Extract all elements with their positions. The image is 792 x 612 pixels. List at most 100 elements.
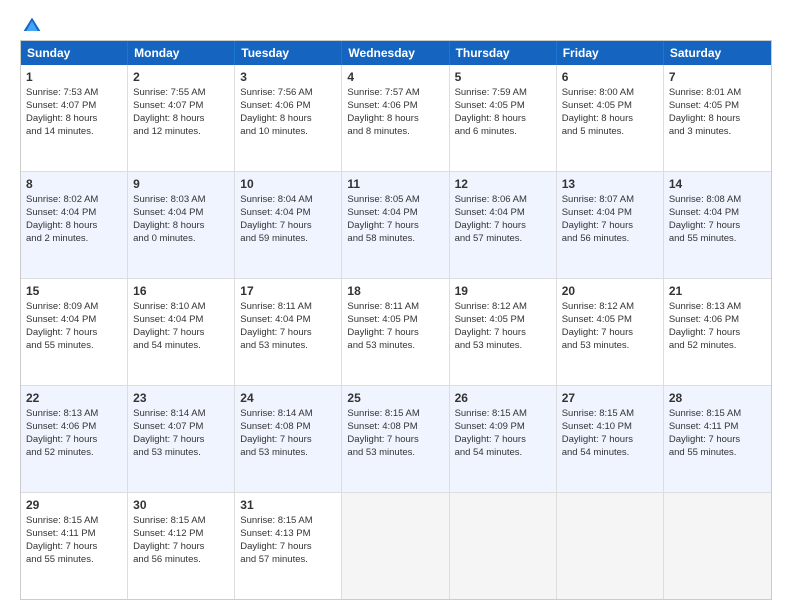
day-info-line-0: Sunrise: 8:15 AM [26, 515, 122, 528]
day-cell-12: 12Sunrise: 8:06 AMSunset: 4:04 PMDayligh… [450, 172, 557, 278]
day-info-line-3: and 53 minutes. [133, 447, 229, 460]
day-number: 9 [133, 176, 229, 192]
day-cell-26: 26Sunrise: 8:15 AMSunset: 4:09 PMDayligh… [450, 386, 557, 492]
day-number: 30 [133, 497, 229, 513]
day-info-line-3: and 55 minutes. [26, 340, 122, 353]
day-info-line-1: Sunset: 4:04 PM [455, 207, 551, 220]
day-number: 10 [240, 176, 336, 192]
day-info-line-1: Sunset: 4:05 PM [562, 314, 658, 327]
day-info-line-1: Sunset: 4:04 PM [240, 207, 336, 220]
day-info-line-3: and 54 minutes. [133, 340, 229, 353]
day-number: 23 [133, 390, 229, 406]
day-number: 19 [455, 283, 551, 299]
day-info-line-2: Daylight: 7 hours [562, 220, 658, 233]
day-info-line-2: Daylight: 7 hours [240, 434, 336, 447]
day-info-line-0: Sunrise: 8:09 AM [26, 301, 122, 314]
day-info-line-1: Sunset: 4:12 PM [133, 528, 229, 541]
day-info-line-2: Daylight: 8 hours [562, 113, 658, 126]
day-cell-5: 5Sunrise: 7:59 AMSunset: 4:05 PMDaylight… [450, 65, 557, 171]
day-info-line-2: Daylight: 7 hours [133, 541, 229, 554]
day-cell-6: 6Sunrise: 8:00 AMSunset: 4:05 PMDaylight… [557, 65, 664, 171]
day-info-line-1: Sunset: 4:07 PM [133, 100, 229, 113]
day-info-line-1: Sunset: 4:11 PM [26, 528, 122, 541]
day-info-line-3: and 52 minutes. [669, 340, 766, 353]
day-cell-14: 14Sunrise: 8:08 AMSunset: 4:04 PMDayligh… [664, 172, 771, 278]
day-info-line-0: Sunrise: 8:10 AM [133, 301, 229, 314]
day-info-line-0: Sunrise: 8:15 AM [133, 515, 229, 528]
day-info-line-0: Sunrise: 8:01 AM [669, 87, 766, 100]
day-info-line-1: Sunset: 4:05 PM [455, 100, 551, 113]
day-info-line-2: Daylight: 8 hours [26, 113, 122, 126]
day-cell-4: 4Sunrise: 7:57 AMSunset: 4:06 PMDaylight… [342, 65, 449, 171]
calendar-row-3: 22Sunrise: 8:13 AMSunset: 4:06 PMDayligh… [21, 386, 771, 493]
day-info-line-2: Daylight: 7 hours [133, 434, 229, 447]
day-info-line-1: Sunset: 4:06 PM [26, 421, 122, 434]
calendar-row-4: 29Sunrise: 8:15 AMSunset: 4:11 PMDayligh… [21, 493, 771, 599]
day-info-line-0: Sunrise: 8:15 AM [562, 408, 658, 421]
header-cell-monday: Monday [128, 41, 235, 65]
day-info-line-1: Sunset: 4:04 PM [562, 207, 658, 220]
day-cell-2: 2Sunrise: 7:55 AMSunset: 4:07 PMDaylight… [128, 65, 235, 171]
day-info-line-1: Sunset: 4:06 PM [347, 100, 443, 113]
day-info-line-3: and 55 minutes. [669, 447, 766, 460]
day-info-line-3: and 53 minutes. [562, 340, 658, 353]
day-info-line-1: Sunset: 4:06 PM [240, 100, 336, 113]
day-info-line-2: Daylight: 7 hours [240, 541, 336, 554]
day-cell-30: 30 Sunrise: 8:15 AMSunset: 4:12 PMDayligh… [128, 493, 235, 599]
calendar-row-1: 8Sunrise: 8:02 AMSunset: 4:04 PMDaylight… [21, 172, 771, 279]
day-info-line-0: Sunrise: 8:15 AM [669, 408, 766, 421]
day-cell-28: 28Sunrise: 8:15 AMSunset: 4:11 PMDayligh… [664, 386, 771, 492]
day-number: 31 [240, 497, 336, 513]
day-info-line-3: and 57 minutes. [240, 554, 336, 567]
day-info-line-3: and 56 minutes. [562, 233, 658, 246]
day-info-line-3: and 57 minutes. [455, 233, 551, 246]
day-info-line-2: Daylight: 7 hours [455, 434, 551, 447]
day-cell-13: 13Sunrise: 8:07 AMSunset: 4:04 PMDayligh… [557, 172, 664, 278]
day-info-line-0: Sunrise: 8:03 AM [133, 194, 229, 207]
day-cell-23: 23Sunrise: 8:14 AMSunset: 4:07 PMDayligh… [128, 386, 235, 492]
day-info-line-0: Sunrise: 7:59 AM [455, 87, 551, 100]
header-cell-sunday: Sunday [21, 41, 128, 65]
day-info-line-0: Sunrise: 8:04 AM [240, 194, 336, 207]
day-info-line-3: and 52 minutes. [26, 447, 122, 460]
day-cell-3: 3Sunrise: 7:56 AMSunset: 4:06 PMDaylight… [235, 65, 342, 171]
day-info-line-0: Sunrise: 8:11 AM [240, 301, 336, 314]
day-number: 7 [669, 69, 766, 85]
day-info-line-0: Sunrise: 7:53 AM [26, 87, 122, 100]
logo-icon [22, 16, 42, 36]
header-cell-wednesday: Wednesday [342, 41, 449, 65]
calendar-body: 1Sunrise: 7:53 AMSunset: 4:07 PMDaylight… [21, 65, 771, 599]
day-cell-29: 29Sunrise: 8:15 AMSunset: 4:11 PMDayligh… [21, 493, 128, 599]
day-cell-7: 7Sunrise: 8:01 AMSunset: 4:05 PMDaylight… [664, 65, 771, 171]
day-number: 17 [240, 283, 336, 299]
day-info-line-2: Daylight: 7 hours [347, 220, 443, 233]
calendar-row-0: 1Sunrise: 7:53 AMSunset: 4:07 PMDaylight… [21, 65, 771, 172]
day-cell-16: 16Sunrise: 8:10 AMSunset: 4:04 PMDayligh… [128, 279, 235, 385]
day-info-line-0: Sunrise: 8:14 AM [133, 408, 229, 421]
day-info-line-3: and 53 minutes. [347, 447, 443, 460]
day-info-line-1: Sunset: 4:05 PM [347, 314, 443, 327]
day-info-line-2: Daylight: 8 hours [347, 113, 443, 126]
header-cell-thursday: Thursday [450, 41, 557, 65]
day-number: 6 [562, 69, 658, 85]
empty-cell-4-5 [557, 493, 664, 599]
day-info-line-2: Daylight: 7 hours [26, 541, 122, 554]
day-info-line-2: Daylight: 8 hours [26, 220, 122, 233]
day-info-line-1: Sunset: 4:10 PM [562, 421, 658, 434]
day-info-line-0: Sunrise: 8:15 AM [455, 408, 551, 421]
header-cell-saturday: Saturday [664, 41, 771, 65]
day-info-line-3: and 54 minutes. [455, 447, 551, 460]
day-info-line-1: Sunset: 4:07 PM [26, 100, 122, 113]
day-info-line-3: and 54 minutes. [562, 447, 658, 460]
day-info-line-3: and 55 minutes. [26, 554, 122, 567]
day-info-line-0: Sunrise: 8:15 AM [240, 515, 336, 528]
day-cell-11: 11Sunrise: 8:05 AMSunset: 4:04 PMDayligh… [342, 172, 449, 278]
day-info-line-1: Sunset: 4:05 PM [562, 100, 658, 113]
day-info-line-0: Sunrise: 8:13 AM [26, 408, 122, 421]
day-info-line-1: Sunset: 4:04 PM [240, 314, 336, 327]
day-info-line-1: Sunset: 4:04 PM [26, 207, 122, 220]
day-cell-21: 21Sunrise: 8:13 AMSunset: 4:06 PMDayligh… [664, 279, 771, 385]
day-info-line-2: Daylight: 7 hours [26, 327, 122, 340]
calendar-header: SundayMondayTuesdayWednesdayThursdayFrid… [21, 41, 771, 65]
day-number: 24 [240, 390, 336, 406]
